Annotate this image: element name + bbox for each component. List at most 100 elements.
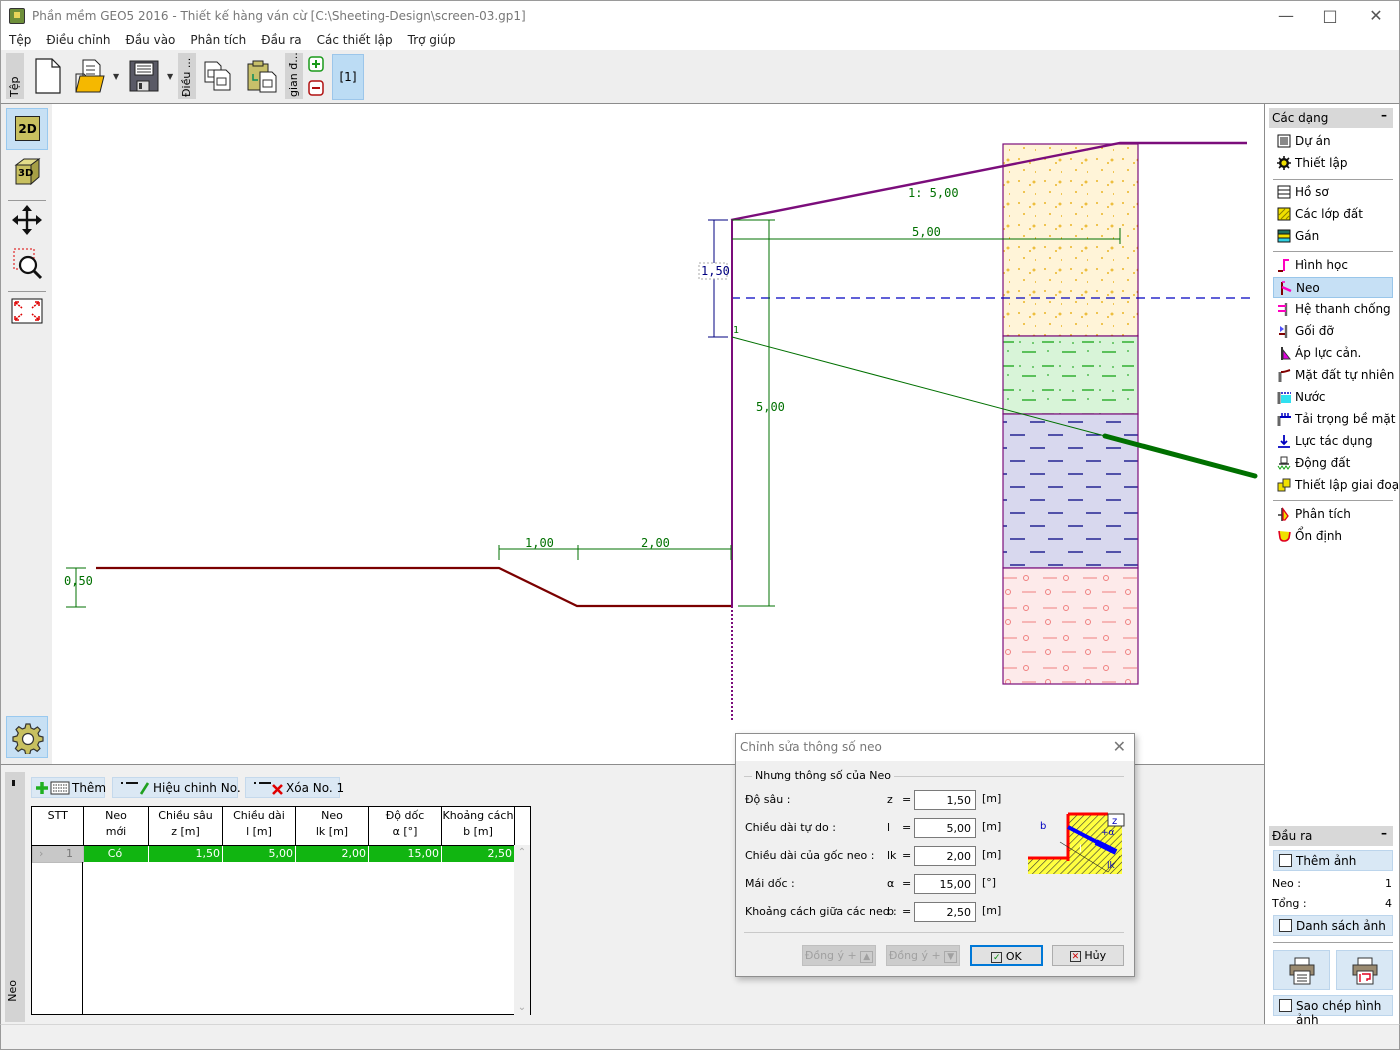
cancel-button[interactable]: ✕ Hủy [1052,945,1124,966]
svg-text:z: z [1112,816,1117,827]
print-picture-button[interactable] [1336,950,1393,990]
dialog-close-button[interactable]: ✕ [1113,737,1126,756]
minimize-button[interactable]: — [1263,1,1309,31]
menu-analysis[interactable]: Phân tích [182,30,253,47]
output-collapse-button[interactable]: – [1381,826,1387,840]
col-header-length: Chiều dài l [m] [222,807,296,846]
move-icon[interactable] [11,204,43,236]
menu-help[interactable]: Trợ giúp [400,30,463,47]
view-2d-button[interactable]: 2D [6,108,48,150]
anchor-scheme-diagram: z +α b l lk [1028,812,1125,874]
agree-down-button[interactable]: Đồng ý + ▼ [886,945,960,966]
picture-list-button[interactable]: Danh sách ảnh [1273,915,1393,936]
form-project[interactable]: Dự án [1273,131,1393,152]
form-profile[interactable]: Hồ sơ [1273,182,1393,203]
remove-stage-icon[interactable] [308,80,324,96]
add-picture-button[interactable]: Thêm ảnh [1273,850,1393,871]
paste-data-icon[interactable] [245,56,279,96]
cell-depth[interactable]: 1,50 [148,844,223,863]
dialog-title-bar: Chỉnh sửa thông số neo ✕ [736,734,1134,761]
arrow-up-icon: ▲ [860,951,874,963]
cancel-x-icon: ✕ [1069,950,1081,962]
close-button[interactable]: ✕ [1353,1,1399,31]
ok-button[interactable]: ✓ OK [970,945,1043,966]
table-header-row: STT Neo mới Chiều sâu z [m] Chiều dài l [m]… [32,807,515,846]
menu-edit[interactable]: Điều chỉnh [38,30,117,47]
dim-wall-height: 5,00 [756,400,785,414]
form-props[interactable]: Hệ thanh chống [1273,299,1393,320]
agree-up-button[interactable]: Đồng ý + ▲ [802,945,876,966]
arrow-down-icon: ▼ [944,951,958,963]
window-title: Phần mềm GEO5 2016 - Thiết kế hàng ván c… [32,9,526,23]
drawing-canvas[interactable]: 1: 5,00 5,00 5,00 1,00 2,00 0,50 1 1,50 [52,104,1264,764]
col-header-depth: Chiều sâu z [m] [148,807,223,846]
table-scrollbar[interactable]: ⌃ ⌄ [514,845,530,1015]
table-row[interactable]: › 1 Có 1,50 5,00 2,00 15,00 2,50 [32,844,515,863]
settings-button[interactable] [6,716,48,758]
cell-new[interactable]: Có [83,844,149,863]
open-folder-icon[interactable] [73,56,107,96]
save-floppy-icon[interactable] [127,56,161,96]
form-earthquake[interactable]: Động đất [1273,453,1393,474]
root-length-input[interactable]: 2,00 [914,846,976,866]
form-terrain[interactable]: Mặt đất tự nhiên [1273,365,1394,386]
form-applied-forces[interactable]: Lực tác dụng [1273,431,1393,452]
zoom-window-icon[interactable] [11,247,45,281]
edit-anchor-button[interactable]: Hiệu chinh No. 1 [112,777,252,798]
fit-view-icon[interactable] [11,298,43,324]
collapse-button[interactable]: – [1381,108,1387,122]
toolbar-group-file: Tệp [6,53,24,99]
profile-icon [1277,185,1291,199]
cell-slope[interactable]: 15,00 [368,844,442,863]
printer-icon [1289,957,1315,985]
add-stage-icon[interactable] [308,56,324,72]
form-water[interactable]: Nước [1273,387,1393,408]
col-header-slope: Độ dốc α [°] [368,807,442,846]
form-surcharge[interactable]: Tải trọng bề mặt [1273,409,1395,430]
slope-input[interactable]: 15,00 [914,874,976,894]
cell-length[interactable]: 5,00 [222,844,296,863]
menu-input[interactable]: Đầu vào [118,30,183,47]
form-soils[interactable]: Các lớp đất [1273,204,1393,225]
total-count-row: Tổng :4 [1272,897,1392,910]
save-dropdown-caret[interactable]: ▼ [167,72,173,81]
spacing-input[interactable]: 2,50 [914,902,976,922]
copy-picture-icon [1279,999,1292,1012]
form-stage-settings[interactable]: Thiết lập giai đoạn [1273,475,1400,496]
form-analysis[interactable]: Phân tích [1273,504,1393,525]
form-assign[interactable]: Gán [1273,226,1393,247]
form-pressure[interactable]: Áp lực cản. [1273,343,1393,364]
scroll-down-arrow[interactable]: ⌄ [514,1002,530,1013]
new-file-icon[interactable] [31,56,65,96]
view-tools: 2D 3D [0,104,52,764]
view-3d-button[interactable]: 3D [6,152,48,194]
menu-output[interactable]: Đầu ra [253,30,308,47]
assign-icon [1277,229,1291,243]
row-number[interactable]: › 1 [32,844,84,863]
add-picture-icon [1279,854,1292,867]
cell-spacing[interactable]: 2,50 [441,844,515,863]
forms-header: Các dạng – [1269,108,1393,128]
depth-input[interactable]: 1,50 [914,790,976,810]
panel-tab-neo[interactable]: Neo [5,772,25,1022]
menu-settings[interactable]: Các thiết lập [309,30,400,47]
anchor-marker: 1 [733,325,739,336]
maximize-button[interactable]: □ [1307,1,1353,31]
free-length-input[interactable]: 5,00 [914,818,976,838]
stage-1-button[interactable]: [1] [332,54,364,100]
cell-root-length[interactable]: 2,00 [295,844,369,863]
menu-file[interactable]: Tệp [1,30,38,47]
add-anchor-button[interactable]: Thêm [31,777,106,798]
copy-data-icon[interactable] [201,56,235,96]
form-stability[interactable]: Ổn định [1273,526,1393,547]
form-supports[interactable]: Gối đỡ [1273,321,1393,342]
anchors-table: STT Neo mới Chiều sâu z [m] Chiều dài l [m]… [31,806,531,1015]
copy-picture-button[interactable]: Sao chép hình ảnh [1273,995,1393,1027]
form-settings[interactable]: Thiết lập [1273,153,1393,174]
form-geometry[interactable]: Hình học [1273,255,1393,276]
scroll-up-arrow[interactable]: ⌃ [514,847,530,858]
delete-anchor-button[interactable]: Xóa No. 1 [245,777,344,798]
open-dropdown-caret[interactable]: ▼ [113,72,119,81]
form-anchors[interactable]: Neo [1273,277,1393,298]
print-button[interactable] [1273,950,1330,990]
